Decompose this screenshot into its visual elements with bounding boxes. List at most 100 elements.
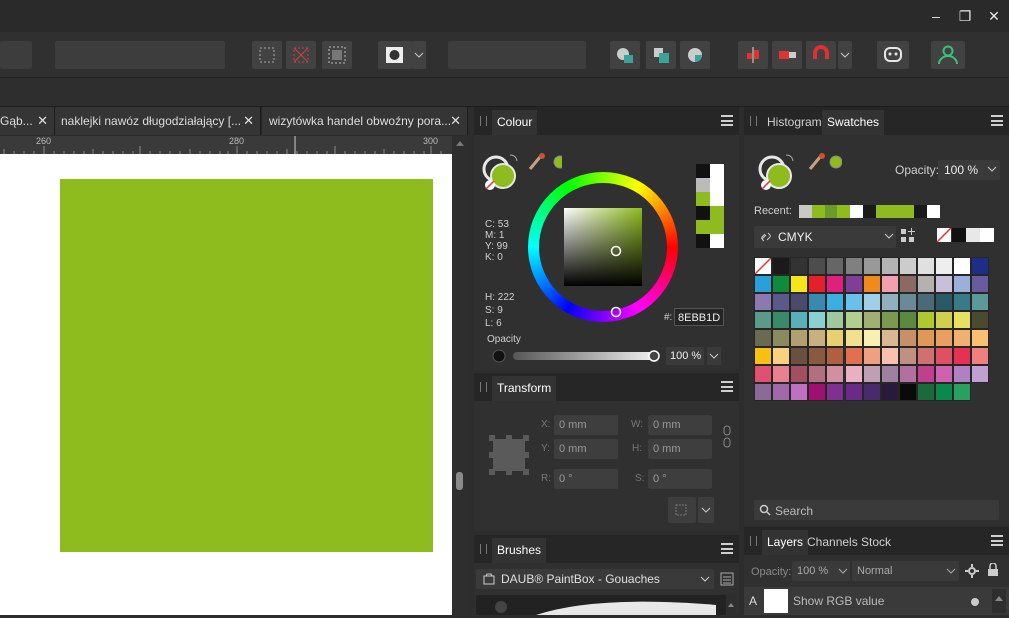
brush-preview-list[interactable] bbox=[476, 595, 736, 615]
no-colour-swatch[interactable] bbox=[754, 257, 772, 275]
palette-swatch[interactable] bbox=[826, 275, 845, 293]
palette-swatch[interactable] bbox=[953, 329, 972, 347]
refine-icon[interactable] bbox=[610, 41, 640, 69]
palette-swatch[interactable] bbox=[826, 347, 845, 365]
fill-stroke-icon[interactable] bbox=[482, 151, 562, 191]
opacity-slider[interactable] bbox=[492, 349, 662, 363]
hex-input[interactable]: 8EBB1D bbox=[674, 308, 724, 326]
shear-input[interactable]: 0 ° bbox=[648, 469, 712, 489]
palette-swatch[interactable] bbox=[754, 383, 772, 401]
palette-swatch[interactable] bbox=[953, 347, 972, 365]
palette-swatch[interactable] bbox=[898, 347, 917, 365]
palette-swatch[interactable] bbox=[880, 365, 899, 383]
y-position-input[interactable]: 0 mm bbox=[554, 439, 618, 459]
palette-swatch[interactable] bbox=[790, 293, 809, 311]
palette-swatch[interactable] bbox=[935, 311, 953, 329]
palette-swatch[interactable] bbox=[971, 293, 990, 311]
panel-menu-icon[interactable] bbox=[721, 115, 733, 126]
mask-icon[interactable] bbox=[646, 41, 676, 69]
palette-swatch[interactable] bbox=[971, 311, 990, 329]
tab-swatches[interactable]: Swatches bbox=[822, 110, 885, 135]
palette-swatch[interactable] bbox=[772, 383, 791, 401]
palette-swatch[interactable] bbox=[790, 275, 809, 293]
palette-swatch[interactable] bbox=[935, 329, 953, 347]
palette-swatch[interactable] bbox=[916, 347, 935, 365]
palette-swatch[interactable] bbox=[898, 329, 917, 347]
palette-swatch[interactable] bbox=[953, 257, 972, 275]
palette-swatch[interactable] bbox=[953, 275, 972, 293]
layer-row[interactable]: A Show RGB value bbox=[744, 587, 1009, 615]
palette-swatch[interactable] bbox=[898, 311, 917, 329]
palette-swatch[interactable] bbox=[844, 275, 863, 293]
invert-selection-icon[interactable] bbox=[322, 41, 352, 69]
saturation-lightness-square[interactable] bbox=[564, 208, 642, 286]
palette-swatch[interactable] bbox=[971, 275, 990, 293]
palette-swatch[interactable] bbox=[953, 293, 972, 311]
palette-swatch[interactable] bbox=[844, 383, 863, 401]
palette-swatch[interactable] bbox=[862, 293, 881, 311]
palette-swatch[interactable] bbox=[844, 293, 863, 311]
palette-swatch[interactable] bbox=[971, 347, 990, 365]
palette-swatch[interactable] bbox=[898, 383, 917, 401]
search-input[interactable]: Search bbox=[754, 500, 999, 520]
palette-swatch[interactable] bbox=[754, 311, 772, 329]
palette-swatch[interactable] bbox=[916, 293, 935, 311]
document-tab[interactable]: wizytówka handel obwoźny pora... ✕ bbox=[262, 107, 468, 135]
height-input[interactable]: 0 mm bbox=[648, 439, 712, 459]
tab-stock[interactable]: Stock bbox=[856, 530, 896, 555]
palette-swatch[interactable] bbox=[808, 365, 827, 383]
palette-swatch[interactable] bbox=[790, 311, 809, 329]
recent-swatches[interactable] bbox=[799, 205, 940, 218]
palette-swatch[interactable] bbox=[880, 275, 899, 293]
tab-channels[interactable]: Channels bbox=[802, 530, 863, 555]
palette-swatch[interactable] bbox=[808, 347, 827, 365]
palette-swatch[interactable] bbox=[772, 257, 791, 275]
opacity-input[interactable]: 100 % bbox=[666, 347, 704, 365]
recent-swatch[interactable] bbox=[863, 205, 876, 218]
anchor-point-icon[interactable] bbox=[489, 435, 529, 475]
recent-swatch[interactable] bbox=[799, 205, 812, 218]
swatch-opacity-input[interactable]: 100 % bbox=[938, 160, 1000, 180]
document-tab[interactable]: naklejki nawóz długodziałający [... ✕ bbox=[55, 107, 261, 135]
palette-swatch[interactable] bbox=[772, 275, 791, 293]
palette-swatch[interactable] bbox=[880, 347, 899, 365]
lock-icon[interactable] bbox=[987, 563, 999, 577]
recent-swatch[interactable] bbox=[811, 205, 825, 218]
palette-swatch[interactable] bbox=[844, 329, 863, 347]
recent-swatch[interactable] bbox=[824, 205, 838, 218]
drag-grip-icon[interactable] bbox=[480, 544, 487, 554]
layers-scroll-up-icon[interactable] bbox=[992, 589, 1006, 613]
palette-swatch[interactable] bbox=[772, 329, 791, 347]
recent-swatch[interactable] bbox=[837, 205, 851, 218]
fill-stroke-swatches[interactable] bbox=[937, 228, 995, 243]
layer-opacity-input[interactable]: 100 % bbox=[792, 561, 850, 581]
palette-swatch[interactable] bbox=[916, 365, 935, 383]
palette-swatch[interactable] bbox=[844, 365, 863, 383]
recent-swatch[interactable] bbox=[927, 205, 940, 218]
recent-swatch[interactable] bbox=[850, 205, 864, 218]
arrange-group[interactable] bbox=[55, 41, 225, 69]
list-view-icon[interactable] bbox=[720, 572, 734, 586]
palette-swatch[interactable] bbox=[790, 383, 809, 401]
palette-swatch[interactable] bbox=[790, 329, 809, 347]
palette-swatch[interactable] bbox=[898, 275, 917, 293]
tab-colour[interactable]: Colour bbox=[492, 110, 538, 135]
palette-swatch[interactable] bbox=[790, 365, 809, 383]
snapping-shape-icon[interactable] bbox=[680, 41, 710, 69]
recent-swatch[interactable] bbox=[901, 205, 915, 218]
panel-menu-icon[interactable] bbox=[721, 543, 733, 554]
palette-swatch[interactable] bbox=[808, 311, 827, 329]
snapping-align-icon[interactable] bbox=[772, 41, 802, 69]
palette-swatch[interactable] bbox=[862, 257, 881, 275]
palette-swatch[interactable] bbox=[772, 365, 791, 383]
palette-swatch[interactable] bbox=[971, 257, 990, 275]
link-icon[interactable] bbox=[722, 425, 732, 449]
tab-brushes[interactable]: Brushes bbox=[492, 538, 547, 563]
palette-swatch[interactable] bbox=[862, 347, 881, 365]
rotation-input[interactable]: 0 ° bbox=[554, 469, 618, 489]
palette-swatch[interactable] bbox=[916, 311, 935, 329]
palette-swatch[interactable] bbox=[880, 257, 899, 275]
tab-histogram[interactable]: Histogram bbox=[762, 110, 827, 135]
palette-swatch[interactable] bbox=[916, 383, 935, 401]
brush-category-dropdown[interactable]: DAUB® PaintBox - Gouaches bbox=[476, 569, 714, 589]
